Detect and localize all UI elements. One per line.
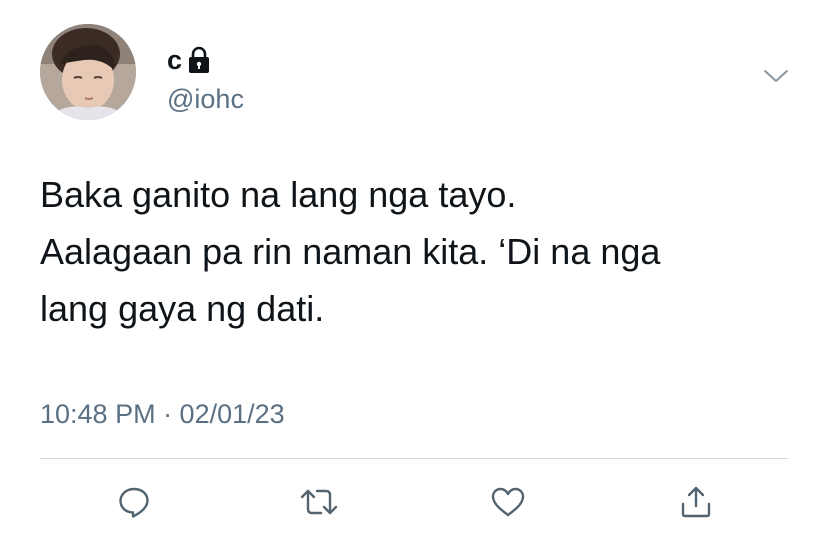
heart-icon — [490, 485, 526, 519]
display-name-row: c — [167, 44, 210, 76]
share-icon — [678, 484, 714, 520]
user-handle[interactable]: @iohc — [167, 83, 244, 115]
display-name[interactable]: c — [167, 44, 182, 76]
share-button[interactable] — [678, 484, 714, 520]
retweet-button[interactable] — [299, 484, 339, 520]
avatar[interactable] — [40, 24, 136, 120]
tweet-text: Baka ganito na lang nga tayo. Aalagaan p… — [40, 174, 661, 329]
comment-icon — [117, 485, 151, 519]
lock-icon — [188, 46, 210, 74]
reply-button[interactable] — [116, 484, 152, 520]
retweet-icon — [299, 485, 339, 519]
divider — [40, 458, 788, 459]
chevron-down-icon[interactable] — [762, 66, 790, 86]
tweet-timestamp[interactable]: 10:48 PM · 02/01/23 — [40, 396, 285, 432]
like-button[interactable] — [490, 484, 526, 520]
